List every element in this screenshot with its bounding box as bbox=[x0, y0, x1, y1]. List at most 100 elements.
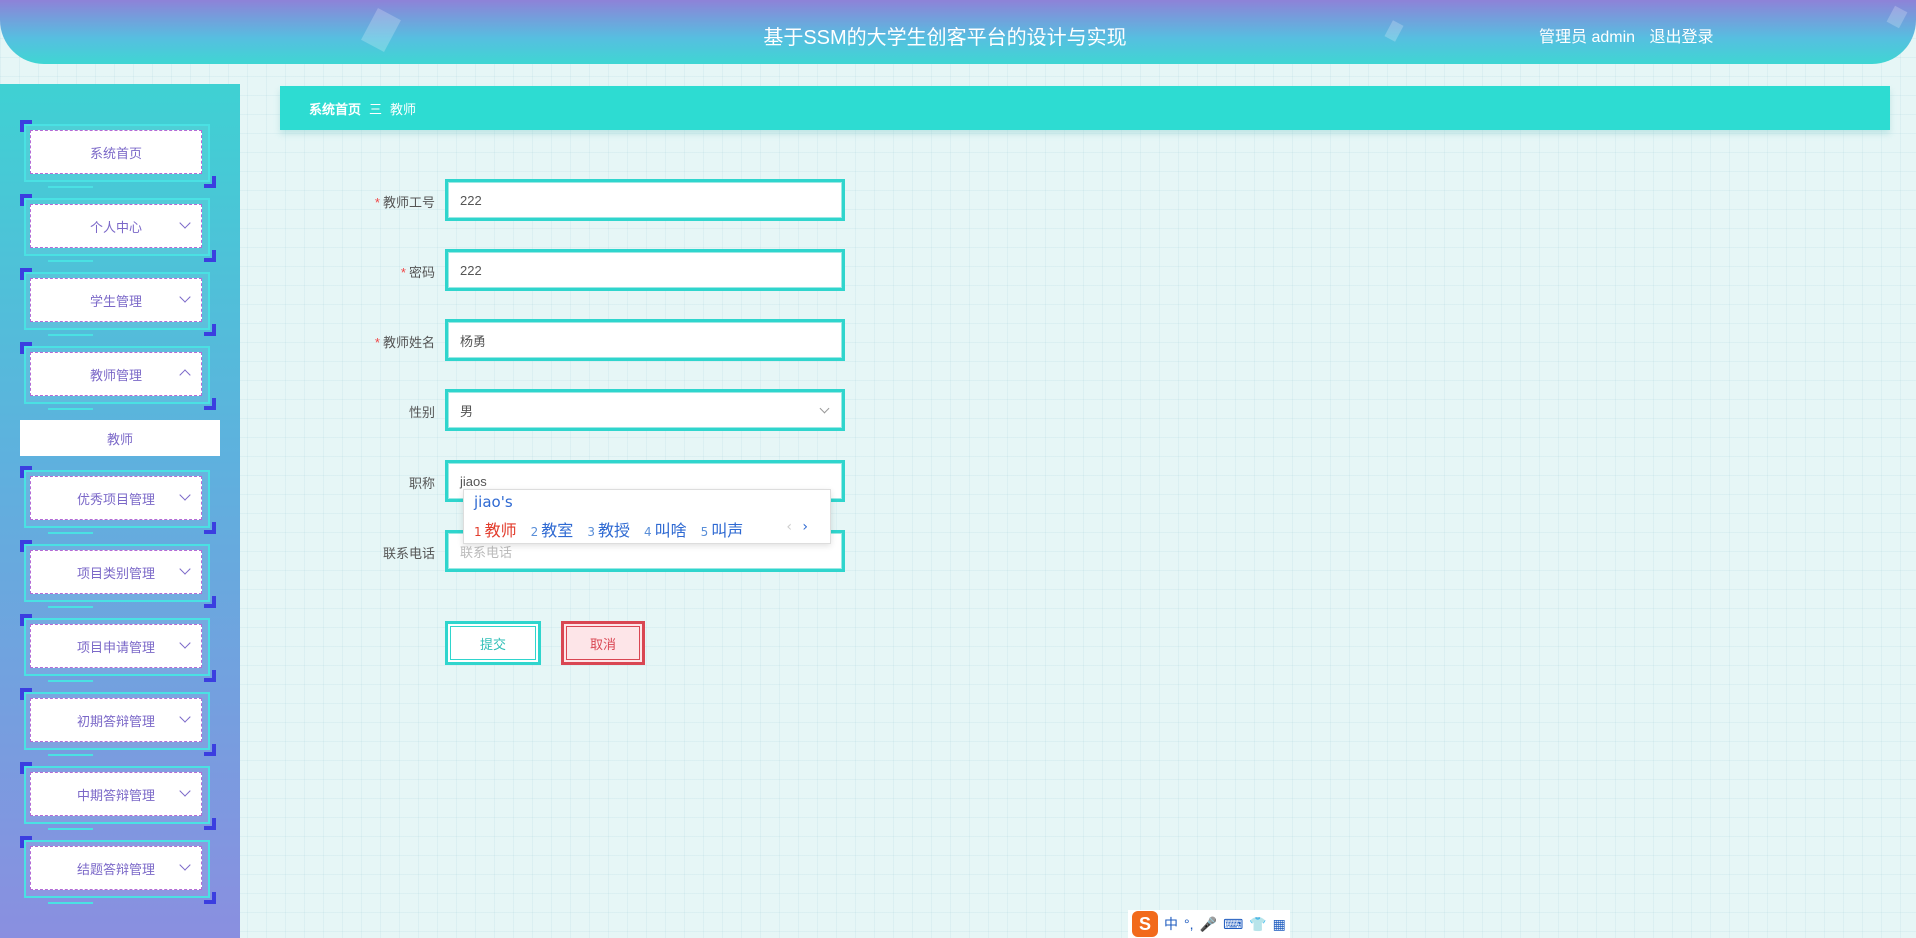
field-label: * 密码 bbox=[401, 262, 435, 281]
chevron-down-icon bbox=[179, 637, 191, 649]
ime-punct-toggle[interactable]: °, bbox=[1184, 916, 1194, 932]
field-label: 联系电话 bbox=[382, 546, 435, 561]
corner-decoration bbox=[204, 670, 216, 682]
sidebar-item-label[interactable]: 教师管理 bbox=[30, 352, 202, 396]
corner-decoration bbox=[204, 324, 216, 336]
chevron-down-icon bbox=[179, 489, 191, 501]
label-text: 教师姓名 bbox=[382, 335, 435, 350]
ime-candidate[interactable]: 2 教室 bbox=[531, 517, 574, 541]
line-decoration bbox=[48, 606, 93, 608]
submit-button[interactable]: 提交 bbox=[445, 621, 541, 665]
gender-select[interactable]: 男 bbox=[445, 389, 845, 431]
label-text: 结题答辩管理 bbox=[76, 861, 155, 877]
sidebar-item-initial-defense[interactable]: 初期答辩管理 bbox=[20, 688, 216, 756]
sogou-logo-icon[interactable]: S bbox=[1132, 911, 1158, 937]
sidebar-item-label[interactable]: 项目申请管理 bbox=[30, 624, 202, 668]
sidebar: 系统首页 个人中心 学生管理 教师管理 教师 优秀项目管理 项目类别管理 项目申… bbox=[0, 84, 240, 938]
teacher-id-input[interactable]: 222 bbox=[445, 179, 845, 221]
label-text: 中期答辩管理 bbox=[76, 787, 155, 803]
sidebar-item-label[interactable]: 中期答辩管理 bbox=[30, 772, 202, 816]
label-text: 项目申请管理 bbox=[76, 639, 155, 655]
teacher-name-input[interactable]: 杨勇 bbox=[445, 319, 845, 361]
gender-select-value: 男 bbox=[460, 403, 474, 419]
line-decoration bbox=[48, 680, 93, 682]
logout-link[interactable]: 退出登录 bbox=[1649, 29, 1713, 46]
user-label: 管理员 admin bbox=[1539, 29, 1636, 46]
corner-decoration bbox=[204, 892, 216, 904]
chevron-down-icon bbox=[179, 291, 191, 303]
sidebar-item-profile[interactable]: 个人中心 bbox=[20, 194, 216, 262]
corner-decoration bbox=[204, 522, 216, 534]
ime-prev-page[interactable]: ‹ bbox=[786, 519, 792, 535]
label-text: 系统首页 bbox=[89, 145, 142, 161]
line-decoration bbox=[48, 408, 93, 410]
line-decoration bbox=[48, 828, 93, 830]
candidate-number: 1 bbox=[474, 525, 482, 539]
microphone-icon[interactable]: 🎤 bbox=[1200, 916, 1217, 933]
sidebar-item-label[interactable]: 个人中心 bbox=[30, 204, 202, 248]
candidate-text: 叫啥 bbox=[654, 521, 687, 540]
ime-candidate[interactable]: 3 教授 bbox=[587, 517, 630, 541]
keyboard-icon[interactable]: ⌨ bbox=[1223, 916, 1243, 933]
ime-candidate[interactable]: 4 叫啥 bbox=[644, 517, 687, 541]
ime-candidate[interactable]: 5 叫声 bbox=[701, 517, 744, 541]
ime-page-nav: ‹ › bbox=[786, 519, 808, 535]
breadcrumb: 系统首页 三 教师 bbox=[280, 86, 1890, 130]
candidate-text: 叫声 bbox=[711, 521, 744, 540]
sidebar-item-project-applications[interactable]: 项目申请管理 bbox=[20, 614, 216, 682]
required-mark: * bbox=[400, 265, 406, 280]
ime-next-page[interactable]: › bbox=[802, 519, 808, 535]
corner-decoration bbox=[204, 176, 216, 188]
candidate-text: 教室 bbox=[541, 521, 574, 540]
candidate-text: 教师 bbox=[484, 521, 517, 540]
breadcrumb-current: 教师 bbox=[390, 101, 417, 117]
sidebar-item-label[interactable]: 项目类别管理 bbox=[30, 550, 202, 594]
sidebar-item-final-defense[interactable]: 结题答辩管理 bbox=[20, 836, 216, 904]
label-text: 密码 bbox=[408, 265, 435, 280]
ime-candidates: 1 教师 2 教室 3 教授 4 叫啥 5 叫声 bbox=[474, 517, 743, 541]
field-label: 性别 bbox=[408, 405, 435, 420]
candidate-number: 2 bbox=[530, 525, 539, 539]
chevron-down-icon bbox=[179, 711, 191, 723]
ime-candidate[interactable]: 1 教师 bbox=[474, 517, 517, 541]
ime-mode-toggle[interactable]: 中 bbox=[1164, 914, 1178, 934]
form-row-teacher-name: * 教师姓名 杨勇 bbox=[280, 319, 850, 361]
corner-decoration bbox=[204, 744, 216, 756]
sidebar-item-label[interactable]: 初期答辩管理 bbox=[30, 698, 202, 742]
cancel-button[interactable]: 取消 bbox=[561, 621, 645, 665]
sidebar-item-students[interactable]: 学生管理 bbox=[20, 268, 216, 336]
chevron-down-icon bbox=[179, 859, 191, 871]
breadcrumb-home[interactable]: 系统首页 bbox=[309, 99, 361, 118]
line-decoration bbox=[48, 186, 93, 188]
corner-decoration bbox=[204, 250, 216, 262]
ime-candidate-popup: jiao's 1 教师 2 教室 3 教授 4 叫啥 5 叫声 ‹ › bbox=[463, 489, 831, 544]
sidebar-item-mid-defense[interactable]: 中期答辩管理 bbox=[20, 762, 216, 830]
sidebar-item-label[interactable]: 学生管理 bbox=[30, 278, 202, 322]
label-text: 项目类别管理 bbox=[76, 565, 155, 581]
sidebar-item-teachers[interactable]: 教师管理 bbox=[20, 342, 216, 410]
form-row-gender: 性别 男 bbox=[280, 389, 850, 431]
form-row-password: * 密码 222 bbox=[280, 249, 850, 291]
line-decoration bbox=[48, 532, 93, 534]
label-text: 教师工号 bbox=[382, 195, 435, 210]
sidebar-item-label[interactable]: 优秀项目管理 bbox=[30, 476, 202, 520]
chevron-down-icon bbox=[179, 563, 191, 575]
user-area: 管理员 admin 退出登录 bbox=[1539, 23, 1714, 47]
corner-decoration bbox=[204, 596, 216, 608]
sidebar-item-label[interactable]: 结题答辩管理 bbox=[30, 846, 202, 890]
label-text: 学生管理 bbox=[89, 293, 142, 309]
label-text: 个人中心 bbox=[89, 219, 142, 235]
ime-toolbar: S 中 °, 🎤 ⌨ 👕 ▦ bbox=[1128, 910, 1290, 938]
label-text: 初期答辩管理 bbox=[76, 713, 155, 729]
sidebar-subitem-teacher[interactable]: 教师 bbox=[20, 420, 220, 456]
toolbox-icon[interactable]: ▦ bbox=[1273, 916, 1286, 933]
required-mark: * bbox=[374, 335, 380, 350]
sidebar-item-excellent-projects[interactable]: 优秀项目管理 bbox=[20, 466, 216, 534]
sidebar-item-project-categories[interactable]: 项目类别管理 bbox=[20, 540, 216, 608]
skin-icon[interactable]: 👕 bbox=[1249, 916, 1266, 933]
sidebar-item-label[interactable]: 系统首页 bbox=[30, 130, 202, 174]
candidate-number: 4 bbox=[643, 525, 652, 539]
sidebar-item-home[interactable]: 系统首页 bbox=[20, 120, 216, 188]
password-input[interactable]: 222 bbox=[445, 249, 845, 291]
line-decoration bbox=[48, 754, 93, 756]
